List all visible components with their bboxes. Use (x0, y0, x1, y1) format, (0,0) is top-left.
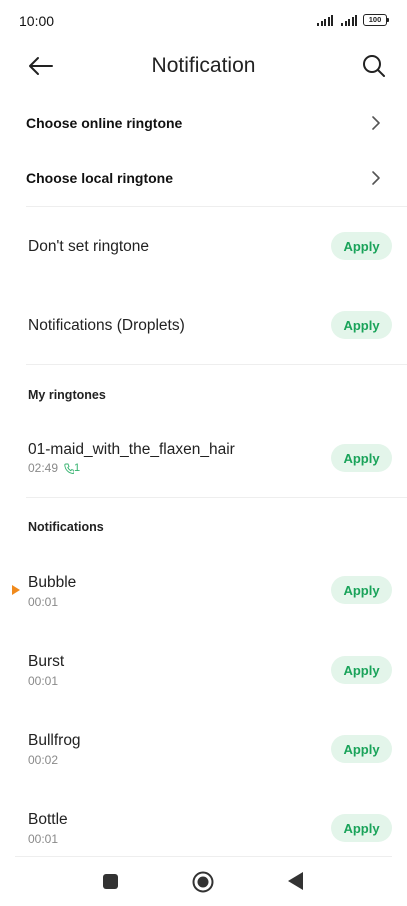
now-playing-icon (12, 585, 20, 595)
ringtone-title: Burst (28, 653, 65, 670)
apply-button[interactable]: Apply (331, 232, 392, 260)
ringtone-meta: 00:02 (28, 753, 58, 767)
ringtone-title: 01-maid_with_the_flaxen_hair (28, 441, 235, 458)
apply-button[interactable]: Apply (331, 656, 392, 684)
list-item[interactable]: Bubble 00:01 Apply (0, 560, 407, 620)
choose-local-ringtone-row[interactable]: Choose local ringtone (0, 158, 407, 198)
home-circle-icon[interactable] (192, 871, 214, 893)
chevron-right-icon (372, 116, 380, 130)
ringtone-duration: 00:02 (28, 753, 59, 767)
ringtone-title: Notifications (Droplets) (28, 317, 185, 334)
section-header-my-ringtones: My ringtones (28, 388, 106, 402)
divider (26, 497, 407, 498)
battery-icon: 100 (363, 14, 389, 26)
apply-button[interactable]: Apply (331, 311, 392, 339)
apply-button[interactable]: Apply (331, 735, 392, 763)
list-item[interactable]: Don't set ringtone Apply (0, 216, 407, 276)
nav-bar-divider (15, 856, 392, 857)
status-time: 10:00 (19, 13, 55, 29)
nav-row-label: Choose online ringtone (26, 115, 183, 131)
signal-icon (341, 14, 357, 26)
list-item[interactable]: Notifications (Droplets) Apply (0, 295, 407, 355)
apply-button[interactable]: Apply (331, 814, 392, 842)
ringtone-meta: 00:01 (28, 832, 58, 846)
status-icons: 100 (317, 14, 389, 26)
phone-tag-label: 1 (74, 462, 81, 474)
chevron-right-icon (372, 171, 380, 185)
ringtone-title: Don't set ringtone (28, 238, 150, 255)
ringtone-title: Bottle (28, 811, 68, 828)
ringtone-title: Bullfrog (28, 732, 81, 749)
ringtone-duration: 00:01 (28, 674, 59, 688)
ringtone-title: Bubble (28, 574, 77, 591)
list-item[interactable]: Bottle 00:01 Apply (0, 798, 407, 858)
app-header: Notification (0, 44, 407, 88)
list-item[interactable]: Burst 00:01 Apply (0, 640, 407, 700)
phone-icon (64, 463, 75, 474)
section-header-notifications: Notifications (28, 520, 104, 534)
list-item[interactable]: Bullfrog 00:02 Apply (0, 719, 407, 779)
home-icon-graphic (192, 871, 214, 893)
ringtone-duration: 02:49 (28, 461, 59, 475)
list-item[interactable]: 01-maid_with_the_flaxen_hair 02:49 1 App… (0, 428, 407, 488)
ringtone-meta: 00:01 (28, 595, 58, 609)
nav-row-label: Choose local ringtone (26, 170, 174, 186)
ringtone-meta: 02:49 1 (28, 461, 80, 475)
choose-online-ringtone-row[interactable]: Choose online ringtone (0, 103, 407, 143)
recents-square-icon[interactable] (103, 874, 118, 889)
divider (26, 364, 407, 365)
page-title: Notification (151, 54, 256, 77)
ringtone-duration: 00:01 (28, 595, 59, 609)
ringtone-meta: 00:01 (28, 674, 58, 688)
system-nav-bar (0, 856, 407, 906)
apply-button[interactable]: Apply (331, 576, 392, 604)
search-button[interactable] (361, 53, 387, 79)
back-triangle-icon[interactable] (288, 872, 303, 890)
ringtone-duration: 00:01 (28, 832, 59, 846)
apply-button[interactable]: Apply (331, 444, 392, 472)
divider (26, 206, 407, 207)
status-bar: 10:00 100 (0, 0, 407, 40)
signal-icon (317, 14, 333, 26)
phone-tag: 1 (64, 462, 80, 474)
search-icon (363, 55, 385, 77)
